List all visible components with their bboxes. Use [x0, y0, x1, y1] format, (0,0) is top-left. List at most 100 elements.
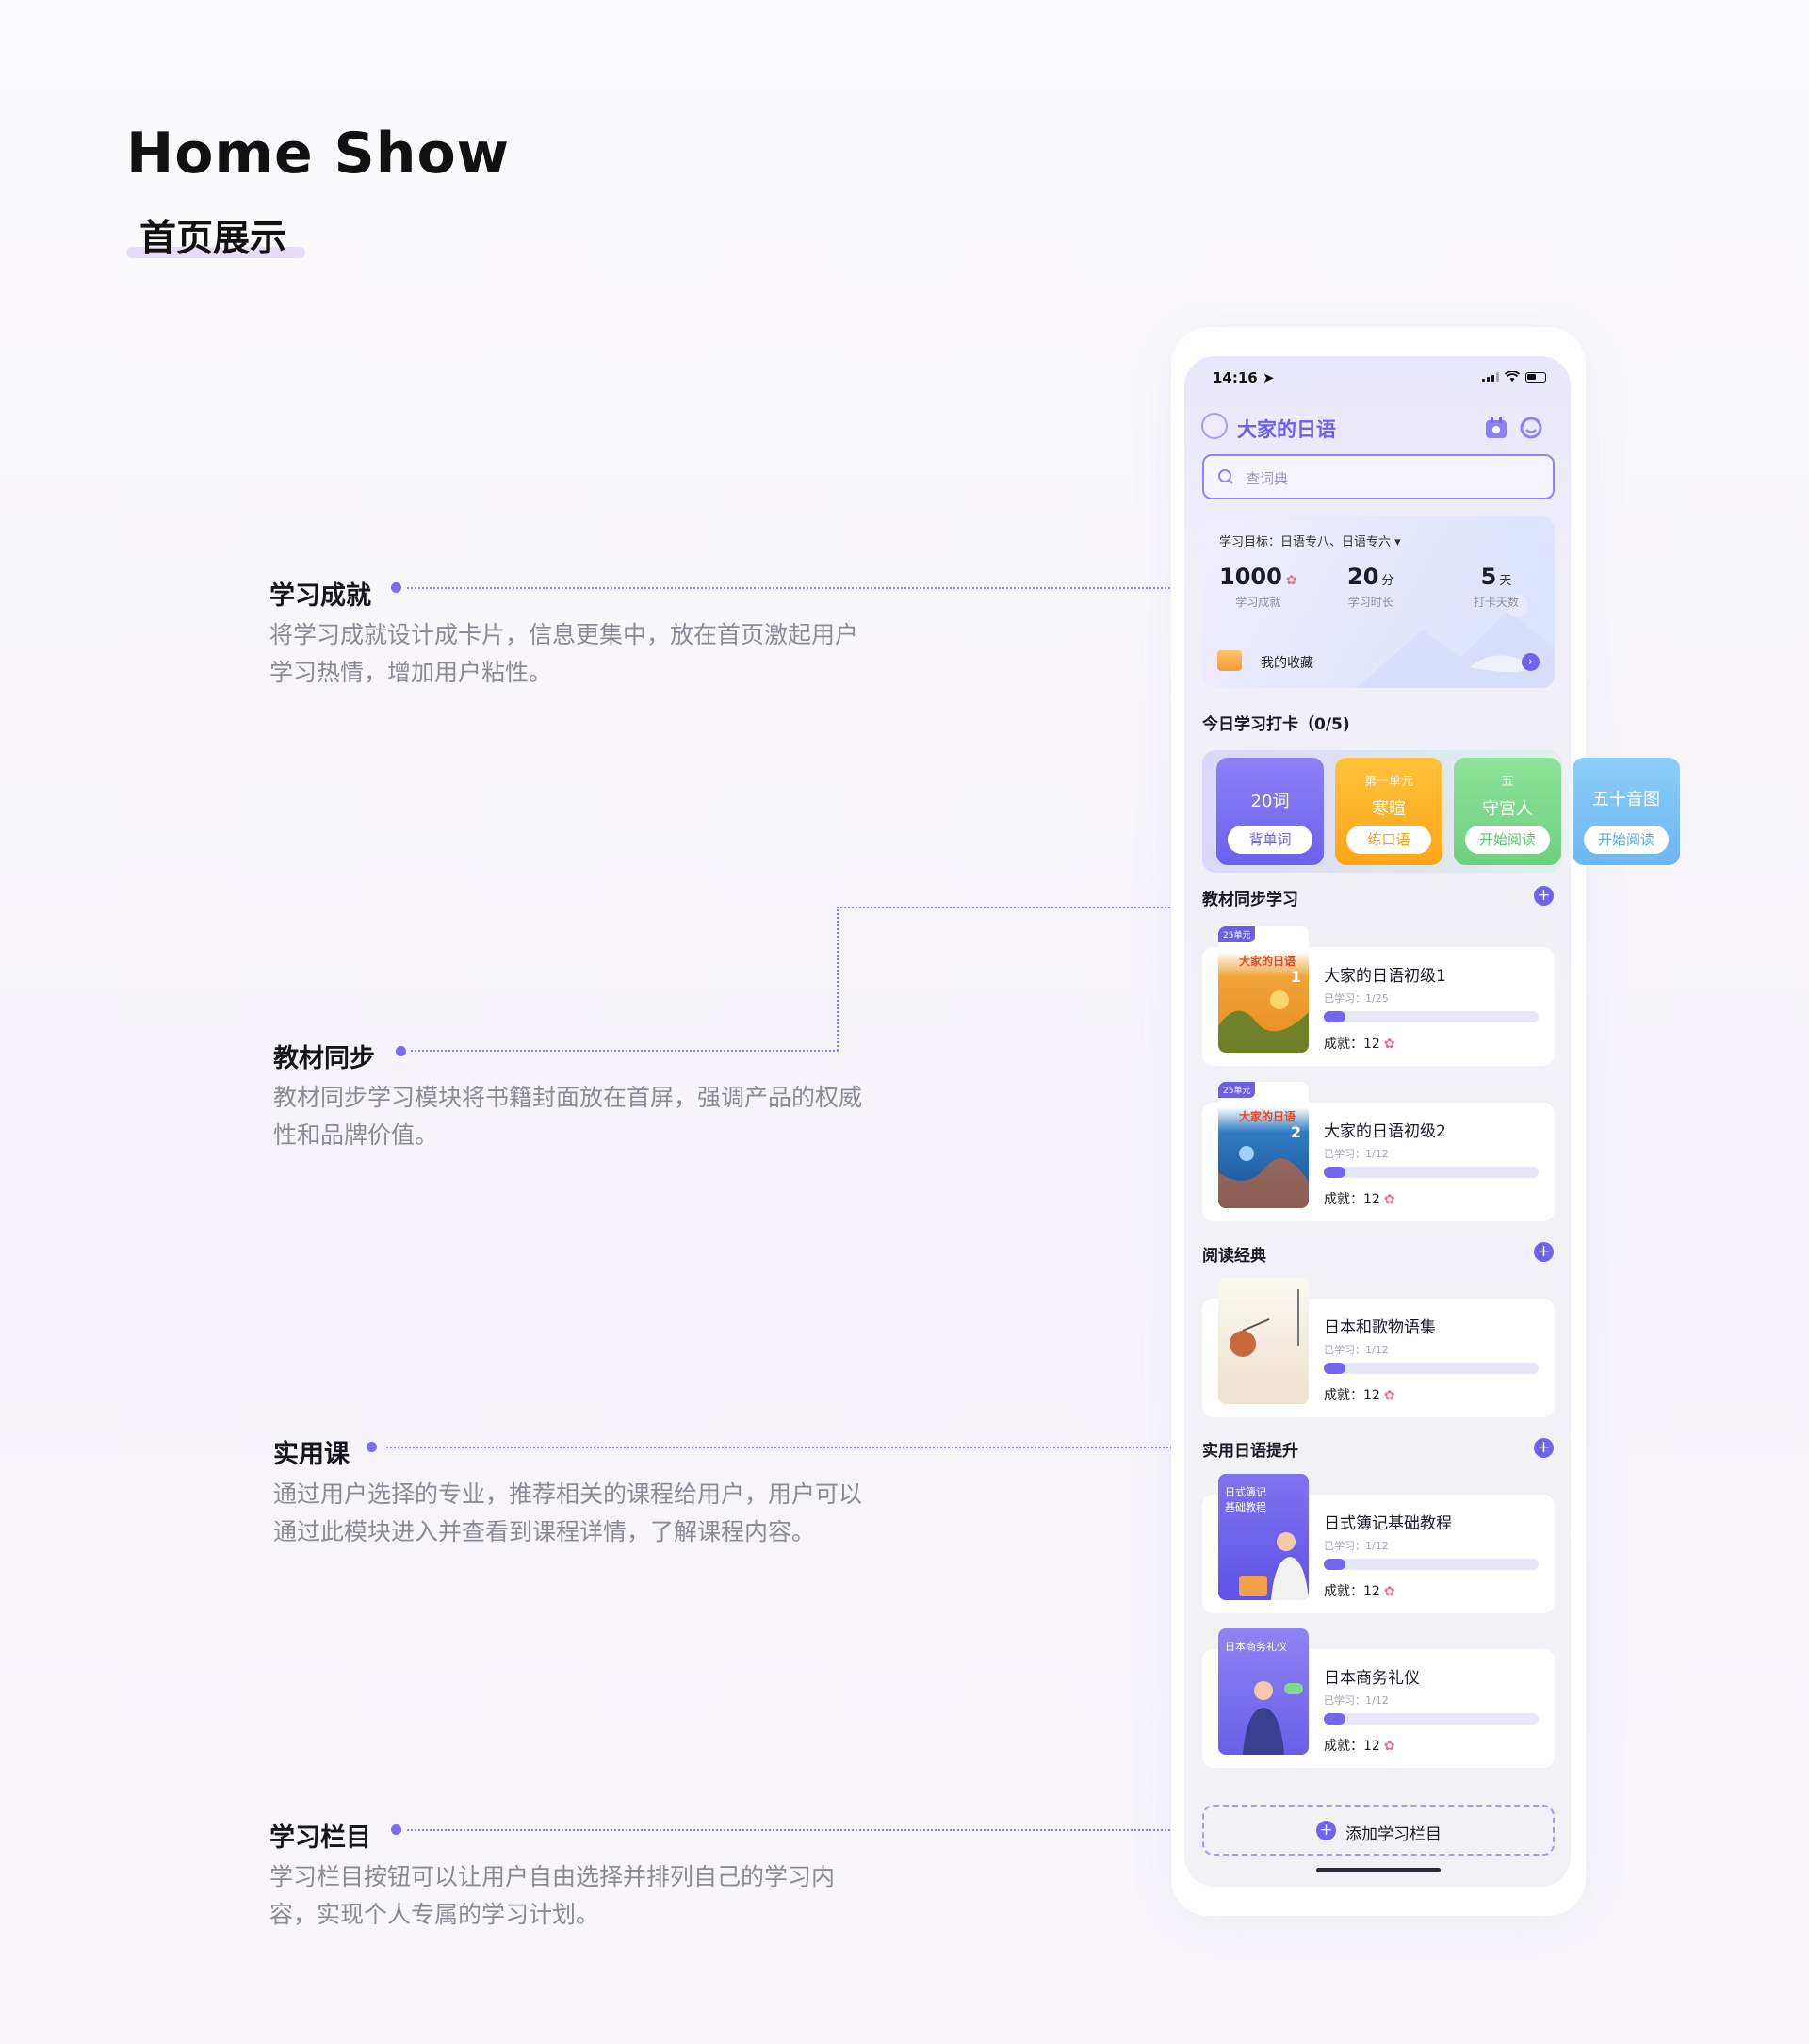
book-cover — [1218, 1278, 1309, 1404]
annotation-dot — [391, 582, 401, 593]
location-arrow-icon: ➤ — [1262, 369, 1275, 386]
add-reading-icon[interactable]: + — [1534, 1242, 1554, 1262]
annotation-desc-textbook: 教材同步学习模块将书籍封面放在首屏，强调产品的权威性和品牌价值。 — [273, 1084, 863, 1149]
checkin-card-kana[interactable]: 五十音图 开始阅读 — [1573, 758, 1680, 865]
cover-illustration — [1239, 1532, 1309, 1600]
service-icon[interactable] — [1518, 415, 1544, 441]
sakura-icon: ✿ — [1383, 1037, 1395, 1052]
cover-title: 大家的日语 — [1239, 1110, 1296, 1123]
course-name: 日式簿记基础教程 — [1324, 1514, 1452, 1533]
stat-achievement: 1000 ✿ 学习成就 — [1219, 564, 1297, 610]
progress-fill — [1324, 1559, 1345, 1570]
sakura-icon: ✿ — [1383, 1192, 1395, 1207]
checkin-button[interactable]: 开始阅读 — [1584, 826, 1669, 854]
search-icon — [1218, 469, 1233, 484]
chevron-right-icon: › — [1522, 653, 1540, 671]
checkin-card-reading[interactable]: 五 守宫人 开始阅读 — [1454, 758, 1561, 865]
home-indicator[interactable] — [1316, 1868, 1441, 1872]
annotation-dot — [396, 1046, 406, 1056]
favorites-row[interactable]: 我的收藏 › — [1217, 648, 1540, 675]
course-name: 大家的日语初级2 — [1324, 1122, 1446, 1141]
course-achievement: 成就：12 ✿ — [1324, 1388, 1395, 1403]
annotation-connector — [837, 907, 839, 1051]
progress-fill — [1324, 1363, 1345, 1374]
cover-title: 日本商务礼仪 — [1225, 1641, 1287, 1653]
course-card[interactable]: 25单元 大家的日语 1 大家的日语初级1 已学习：1/25 成就：12 ✿ — [1202, 926, 1555, 1066]
favorites-label: 我的收藏 — [1261, 656, 1313, 671]
app-logo-icon — [1201, 413, 1228, 439]
progress-fill — [1324, 1167, 1345, 1178]
stat-days-unit: 天 — [1499, 574, 1512, 588]
achievement-card[interactable]: 学习目标：日语专八、日语专六 ▾ 1000 ✿ 学习成就 20 分 学习时长 5天 … — [1202, 516, 1555, 688]
cover-illustration — [1230, 1318, 1270, 1357]
course-name: 大家的日语初级1 — [1324, 967, 1446, 986]
search-input[interactable]: 查词典 — [1202, 454, 1555, 499]
course-achievement: 成就：12 ✿ — [1324, 1584, 1395, 1599]
book-cover: 日式簿记 基础教程 — [1218, 1474, 1309, 1600]
course-card[interactable]: 日本商务礼仪 日本商务礼仪 已学习：1/12 成就：12 ✿ — [1202, 1628, 1555, 1768]
course-card[interactable]: 日式簿记 基础教程 日式簿记基础教程 已学习：1/12 成就：12 ✿ — [1202, 1474, 1555, 1613]
stat-achievement-label: 学习成就 — [1235, 596, 1281, 609]
phone-screen: 14:16 ➤ 大家的日语 查词典 学习目标：日语专八、日语专六 ▾ 1000 ✿… — [1184, 356, 1680, 1887]
course-progress-bar — [1324, 1713, 1539, 1725]
book-cover: 25单元 大家的日语 2 — [1218, 1082, 1309, 1208]
add-textbook-icon[interactable]: + — [1534, 886, 1554, 906]
course-progress-text: 已学习：1/12 — [1324, 1694, 1389, 1707]
cover-vertical-text — [1297, 1289, 1299, 1346]
cover-illustration — [1218, 990, 1309, 1053]
stat-days-label: 打卡天数 — [1474, 596, 1520, 609]
checkin-main: 20词 — [1250, 792, 1290, 811]
wifi-icon — [1505, 371, 1520, 382]
annotation-desc-achievement: 将学习成就设计成卡片，信息更集中，放在首页激起用户学习热情，增加用户粘性。 — [269, 621, 859, 686]
plus-icon: + — [1316, 1821, 1336, 1840]
checkin-card-vocab[interactable]: 20词 背单词 — [1216, 758, 1324, 865]
checkin-title: 今日学习打卡（0/5) — [1202, 715, 1350, 734]
course-achievement: 成就：12 ✿ — [1324, 1739, 1395, 1754]
add-column-button[interactable]: + 添加学习栏目 — [1202, 1805, 1555, 1856]
course-card[interactable]: 25单元 大家的日语 2 大家的日语初级2 已学习：1/12 成就：12 ✿ — [1202, 1082, 1555, 1221]
course-name: 日本商务礼仪 — [1324, 1669, 1420, 1688]
annotation-title-column: 学习栏目 — [269, 1823, 371, 1853]
add-column-label: 添加学习栏目 — [1345, 1825, 1442, 1844]
annotation-title-textbook: 教材同步 — [273, 1044, 375, 1073]
calendar-icon[interactable] — [1483, 415, 1509, 441]
annotation-title-achievement: 学习成就 — [269, 581, 371, 611]
checkin-button[interactable]: 背单词 — [1228, 826, 1312, 854]
cover-illustration — [1243, 1681, 1303, 1755]
signal-icon — [1482, 372, 1499, 382]
course-progress-text: 已学习：1/25 — [1324, 992, 1389, 1005]
annotation-title-practical: 实用课 — [273, 1440, 350, 1469]
unit-badge: 25单元 — [1218, 1082, 1256, 1098]
checkin-button[interactable]: 开始阅读 — [1465, 826, 1550, 854]
annotation-connector — [411, 1050, 839, 1052]
annotation-connector — [386, 1447, 1176, 1448]
course-card[interactable]: 日本和歌物语集 已学习：1/12 成就：12 ✿ — [1202, 1278, 1555, 1417]
annotation-desc-column: 学习栏目按钮可以让用户自由选择并排列自己的学习内容，实现个人专属的学习计划。 — [269, 1863, 836, 1928]
annotation-connector — [407, 1829, 1287, 1831]
progress-fill — [1324, 1011, 1345, 1022]
unit-badge: 25单元 — [1218, 926, 1256, 942]
annotation-dot — [391, 1824, 401, 1835]
stat-days: 5天 打卡天数 — [1474, 564, 1519, 610]
checkin-button[interactable]: 练口语 — [1346, 826, 1431, 854]
sakura-icon: ✿ — [1383, 1739, 1395, 1754]
cover-title: 日式簿记 基础教程 — [1225, 1486, 1266, 1513]
course-progress-bar — [1324, 1167, 1539, 1178]
battery-icon — [1525, 371, 1546, 383]
stat-time-value: 20 — [1347, 564, 1379, 590]
cover-title: 大家的日语 — [1239, 955, 1296, 968]
study-goal[interactable]: 学习目标：日语专八、日语专六 ▾ — [1219, 531, 1401, 549]
reading-title: 阅读经典 — [1202, 1247, 1266, 1266]
search-placeholder: 查词典 — [1246, 470, 1289, 487]
course-progress-text: 已学习：1/12 — [1324, 1540, 1389, 1552]
course-progress-text: 已学习：1/12 — [1324, 1344, 1389, 1356]
annotation-connector — [837, 907, 1178, 908]
checkin-top: 第一单元 — [1363, 775, 1413, 789]
checkin-card-speaking[interactable]: 第一单元 寒暄 练口语 — [1335, 758, 1442, 865]
sakura-icon: ✿ — [1383, 1388, 1395, 1403]
sakura-icon: ✿ — [1285, 573, 1297, 588]
add-practical-icon[interactable]: + — [1534, 1438, 1554, 1458]
status-icons — [1482, 371, 1546, 383]
sakura-icon: ✿ — [1383, 1584, 1395, 1599]
annotation-dot — [367, 1442, 377, 1452]
